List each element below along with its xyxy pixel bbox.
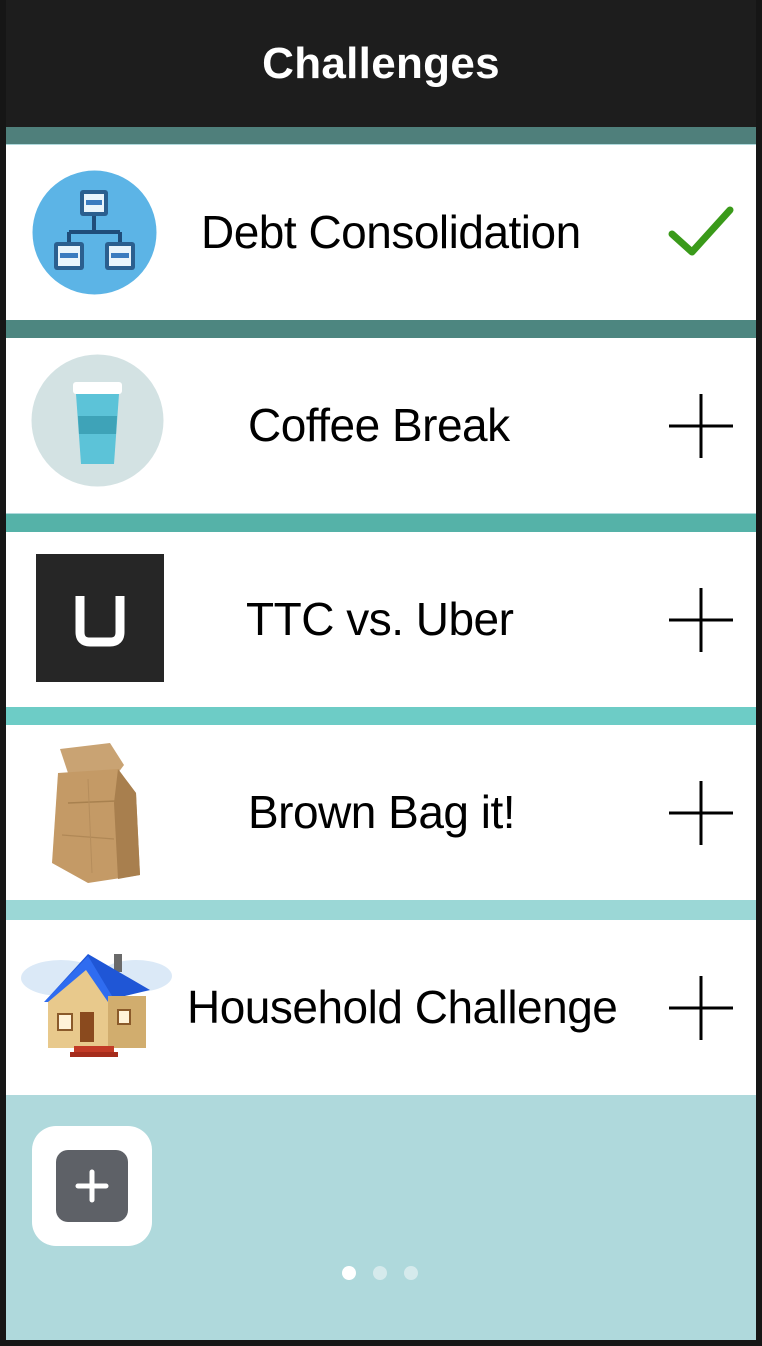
add-tile-inner [56, 1150, 128, 1222]
house-icon [16, 948, 176, 1058]
challenge-row-debt-consolidation[interactable]: Debt Consolidation [6, 145, 756, 320]
page-title: Challenges [262, 38, 500, 88]
coffee-cup-icon [31, 354, 164, 487]
paper-bag-icon [48, 743, 148, 888]
app-screen: Challenges Debt Consolidation Coffee Bre… [0, 0, 762, 1346]
plus-icon [669, 394, 733, 458]
challenge-row-coffee-break[interactable]: Coffee Break [6, 338, 756, 513]
row-separator [6, 707, 756, 725]
challenge-row-ttc-vs-uber[interactable]: TTC vs. Uber [6, 532, 756, 707]
add-challenge-button[interactable] [668, 780, 734, 846]
header-bar: Challenges [6, 0, 756, 127]
network-diagram-icon [32, 170, 157, 295]
challenge-title: Brown Bag it! [248, 786, 516, 838]
add-new-challenge-button[interactable] [32, 1126, 152, 1246]
page-dot-active[interactable] [342, 1266, 356, 1280]
row-separator [6, 514, 756, 532]
challenge-row-brown-bag-it[interactable]: Brown Bag it! [6, 725, 756, 900]
challenge-title: Household Challenge [187, 981, 618, 1033]
plus-icon [669, 976, 733, 1040]
page-indicator[interactable] [6, 1266, 756, 1282]
page-dot[interactable] [373, 1266, 387, 1280]
checkmark-icon [668, 200, 734, 266]
page-dot[interactable] [404, 1266, 418, 1280]
row-separator [6, 127, 756, 144]
row-separator [6, 900, 756, 920]
plus-icon [669, 588, 733, 652]
plus-icon [669, 781, 733, 845]
challenge-row-household-challenge[interactable]: Household Challenge [6, 920, 756, 1095]
add-challenge-button[interactable] [668, 975, 734, 1041]
add-challenge-button[interactable] [668, 393, 734, 459]
challenge-title: Debt Consolidation [201, 206, 581, 258]
uber-logo-icon [36, 554, 164, 682]
add-challenge-button[interactable] [668, 587, 734, 653]
plus-icon [75, 1169, 109, 1203]
challenge-title: TTC vs. Uber [246, 593, 514, 645]
row-separator [6, 320, 756, 338]
challenge-title: Coffee Break [248, 399, 510, 451]
